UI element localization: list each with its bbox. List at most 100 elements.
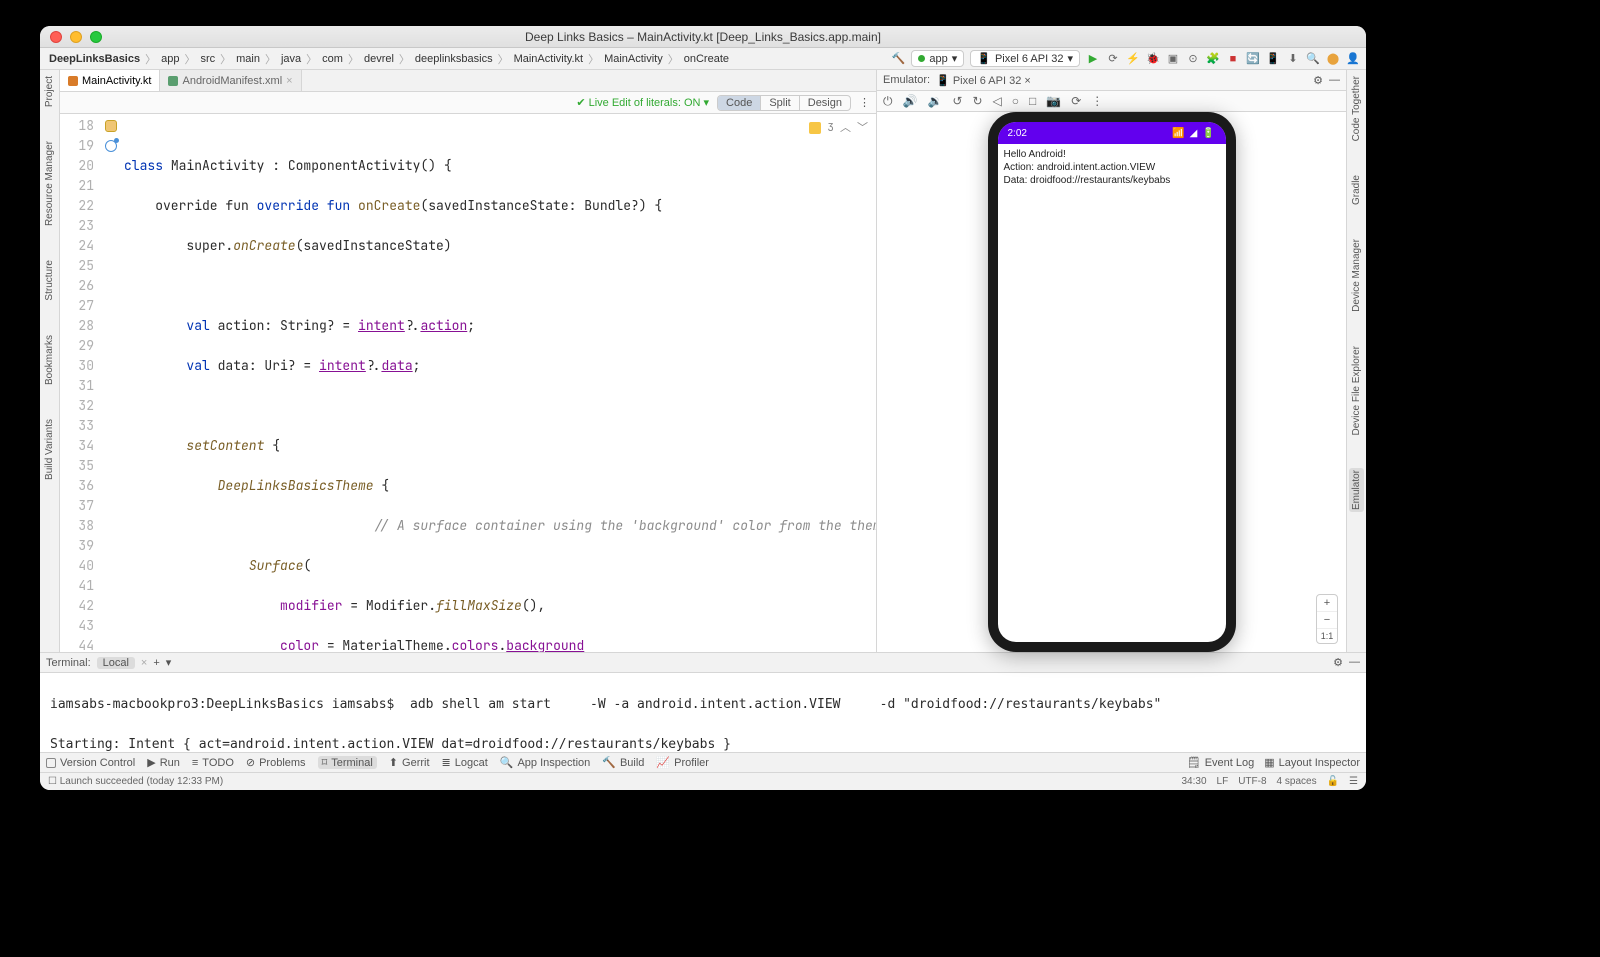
minimize-panel-icon[interactable]: — bbox=[1329, 74, 1340, 87]
editor-tab-main-activity[interactable]: MainActivity.kt bbox=[60, 70, 160, 91]
tool-terminal[interactable]: ⌑ Terminal bbox=[318, 756, 377, 769]
terminal-body[interactable]: iamsabs-macbookpro3:DeepLinksBasics iams… bbox=[40, 673, 1366, 752]
tool-resource-manager[interactable]: Resource Manager bbox=[42, 139, 57, 228]
tool-layout-inspector[interactable]: ▦ Layout Inspector bbox=[1264, 756, 1360, 769]
status-caret-pos[interactable]: 34:30 bbox=[1182, 776, 1207, 787]
tool-device-manager[interactable]: Device Manager bbox=[1349, 237, 1364, 314]
emu-power-icon[interactable]: ⏻ bbox=[883, 94, 893, 109]
emu-more-icon[interactable]: ⋮ bbox=[1091, 94, 1103, 108]
android-home-indicator[interactable] bbox=[1067, 633, 1157, 636]
tool-gradle[interactable]: Gradle bbox=[1349, 173, 1364, 207]
sync-gradle-icon[interactable]: 🔄 bbox=[1246, 52, 1260, 66]
editor-more-icon[interactable]: ⋮ bbox=[859, 96, 870, 109]
status-readonly-icon[interactable]: 🔓 bbox=[1327, 776, 1339, 787]
status-line-ending[interactable]: LF bbox=[1217, 776, 1229, 787]
breadcrumb[interactable]: com bbox=[319, 53, 346, 65]
emu-screenshot-icon[interactable]: 📷 bbox=[1046, 94, 1061, 108]
view-design[interactable]: Design bbox=[800, 96, 850, 110]
device-selector[interactable]: 📱 Pixel 6 API 32 ▾ bbox=[970, 50, 1080, 67]
attach-debugger-icon[interactable]: 🧩 bbox=[1206, 52, 1220, 66]
tool-run[interactable]: ▶ Run bbox=[147, 756, 180, 769]
emu-back-icon[interactable]: ◁ bbox=[993, 94, 1002, 108]
tool-build[interactable]: 🔨 Build bbox=[602, 756, 644, 769]
apply-changes-icon[interactable]: ⟳ bbox=[1106, 52, 1120, 66]
emu-volume-up-icon[interactable]: 🔊 bbox=[903, 94, 918, 108]
ide-updates-icon[interactable]: ⬤ bbox=[1326, 52, 1340, 66]
debug-icon[interactable]: 🐞 bbox=[1146, 52, 1160, 66]
tool-device-file-explorer[interactable]: Device File Explorer bbox=[1349, 344, 1364, 437]
code-editor[interactable]: 1819202122232425262728293031323334353637… bbox=[60, 114, 876, 652]
zoom-fit-button[interactable]: 1:1 bbox=[1317, 629, 1337, 643]
emu-volume-down-icon[interactable]: 🔉 bbox=[927, 94, 942, 108]
breadcrumb[interactable]: devrel bbox=[361, 53, 397, 65]
emu-home-icon[interactable]: ○ bbox=[1012, 94, 1019, 108]
apply-code-changes-icon[interactable]: ⚡ bbox=[1126, 52, 1140, 66]
tool-event-log[interactable]: 🗒 Event Log bbox=[1187, 756, 1255, 769]
class-gutter-icon[interactable] bbox=[105, 120, 117, 132]
view-split[interactable]: Split bbox=[761, 96, 799, 110]
tool-version-control[interactable]: Version Control bbox=[46, 757, 135, 769]
tool-todo[interactable]: ≡ TODO bbox=[192, 757, 234, 769]
sdk-manager-icon[interactable]: ⬇ bbox=[1286, 52, 1300, 66]
editor-tab-manifest[interactable]: AndroidManifest.xml× bbox=[160, 70, 301, 91]
breadcrumb[interactable]: deeplinksbasics bbox=[412, 53, 496, 65]
breadcrumb[interactable]: DeepLinksBasics bbox=[46, 53, 143, 65]
breadcrumb[interactable]: app bbox=[158, 53, 182, 65]
tool-logcat[interactable]: ≣ Logcat bbox=[442, 756, 488, 769]
zoom-out-button[interactable]: − bbox=[1317, 612, 1337, 629]
emu-snapshots-icon[interactable]: ⟳ bbox=[1071, 94, 1081, 108]
breadcrumb[interactable]: MainActivity.kt bbox=[511, 53, 586, 65]
minimize-panel-icon[interactable]: — bbox=[1349, 656, 1360, 669]
inspections-widget[interactable]: 3︿﹀ bbox=[809, 118, 868, 138]
tool-bookmarks[interactable]: Bookmarks bbox=[42, 333, 57, 387]
status-memory-icon[interactable]: ☰ bbox=[1349, 776, 1358, 787]
user-avatar-icon[interactable]: 👤 bbox=[1346, 52, 1360, 66]
status-encoding[interactable]: UTF-8 bbox=[1238, 776, 1266, 787]
coverage-icon[interactable]: ▣ bbox=[1166, 52, 1180, 66]
code-body[interactable]: 3︿﹀ class MainActivity : ComponentActivi… bbox=[120, 114, 876, 652]
stop-icon[interactable]: ■ bbox=[1226, 52, 1240, 66]
run-icon[interactable]: ▶ bbox=[1086, 52, 1100, 66]
build-hammer-icon[interactable]: 🔨 bbox=[891, 52, 905, 66]
settings-icon[interactable]: ⚙ bbox=[1313, 74, 1323, 87]
close-terminal-tab-icon[interactable]: × bbox=[141, 657, 147, 669]
emulator-device-tab[interactable]: 📱 Pixel 6 API 32 × bbox=[936, 74, 1031, 87]
emulator-pane: Emulator: 📱 Pixel 6 API 32 × ⚙ — ⏻ 🔊 🔉 ↺… bbox=[876, 70, 1346, 652]
tool-structure[interactable]: Structure bbox=[42, 258, 57, 303]
tool-gerrit[interactable]: ⬆ Gerrit bbox=[389, 756, 430, 769]
emulator-header: Emulator: 📱 Pixel 6 API 32 × ⚙ — bbox=[877, 70, 1346, 91]
emulator-viewport[interactable]: 2:02 📶 ◢ 🔋 Hello Android! Action: androi… bbox=[877, 112, 1346, 652]
tool-code-together[interactable]: Code Together bbox=[1349, 74, 1364, 143]
profile-icon[interactable]: ⊙ bbox=[1186, 52, 1200, 66]
zoom-in-button[interactable]: + bbox=[1317, 595, 1337, 612]
view-code[interactable]: Code bbox=[718, 96, 761, 110]
breadcrumb[interactable]: java bbox=[278, 53, 304, 65]
tool-emulator[interactable]: Emulator bbox=[1349, 468, 1364, 512]
avd-manager-icon[interactable]: 📱 bbox=[1266, 52, 1280, 66]
editor-view-segmented[interactable]: Code Split Design bbox=[717, 95, 851, 111]
run-config-selector[interactable]: app ▾ bbox=[911, 50, 964, 67]
tool-profiler[interactable]: 📈 Profiler bbox=[656, 756, 709, 769]
settings-icon[interactable]: ⚙ bbox=[1333, 656, 1343, 669]
breadcrumb[interactable]: src bbox=[197, 53, 218, 65]
terminal-tab-local[interactable]: Local bbox=[97, 657, 135, 669]
close-tab-icon[interactable]: × bbox=[286, 75, 292, 87]
emu-overview-icon[interactable]: □ bbox=[1029, 94, 1036, 108]
tool-app-inspection[interactable]: 🔍 App Inspection bbox=[500, 756, 590, 769]
new-terminal-tab-icon[interactable]: + bbox=[153, 657, 159, 669]
breadcrumb[interactable]: MainActivity bbox=[601, 53, 666, 65]
search-everywhere-icon[interactable]: 🔍 bbox=[1306, 52, 1320, 66]
device-screen[interactable]: 2:02 📶 ◢ 🔋 Hello Android! Action: androi… bbox=[998, 122, 1226, 642]
tool-problems[interactable]: ⊘ Problems bbox=[246, 756, 306, 769]
emu-rotate-left-icon[interactable]: ↺ bbox=[952, 94, 962, 108]
tool-project[interactable]: Project bbox=[42, 74, 57, 109]
override-gutter-icon[interactable] bbox=[105, 140, 117, 152]
status-launch-msg[interactable]: ☐ Launch succeeded (today 12:33 PM) bbox=[48, 776, 223, 787]
breadcrumb[interactable]: main bbox=[233, 53, 263, 65]
status-indent[interactable]: 4 spaces bbox=[1277, 776, 1317, 787]
emu-rotate-right-icon[interactable]: ↻ bbox=[972, 94, 982, 108]
terminal-dropdown-icon[interactable]: ▾ bbox=[166, 656, 172, 669]
breadcrumb[interactable]: onCreate bbox=[681, 53, 732, 65]
tool-build-variants[interactable]: Build Variants bbox=[42, 417, 57, 482]
live-edit-indicator[interactable]: ✔ Live Edit of literals: ON ▾ bbox=[576, 96, 709, 109]
